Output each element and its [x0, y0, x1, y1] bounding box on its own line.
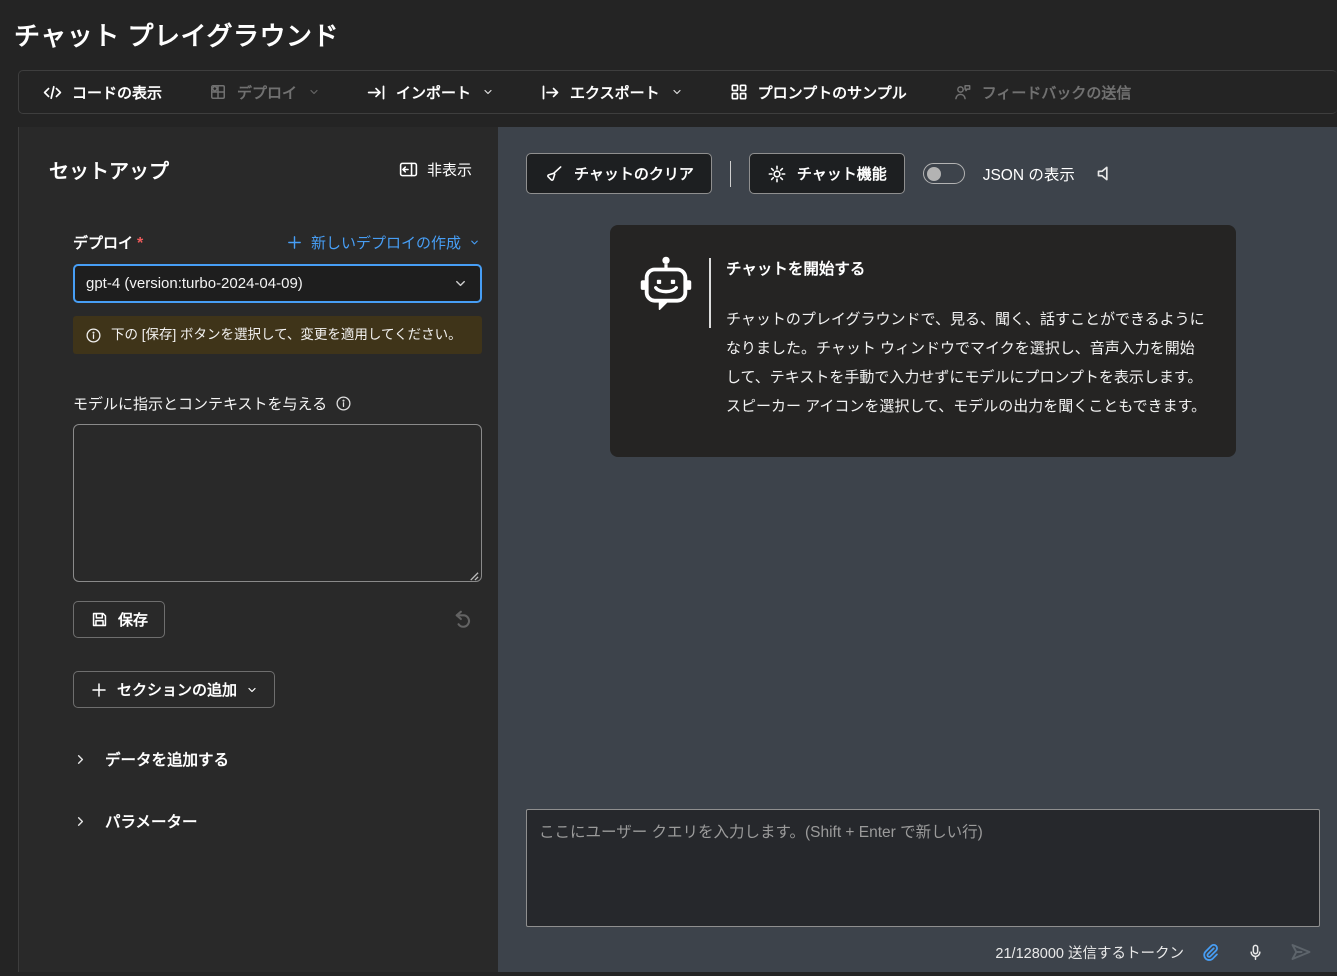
- import-icon: [366, 82, 387, 103]
- send-feedback-button: フィードバックの送信: [941, 71, 1144, 113]
- page-title: チャット プレイグラウンド: [0, 0, 1337, 70]
- mic-icon[interactable]: [1246, 943, 1265, 962]
- prompt-samples-button[interactable]: プロンプトのサンプル: [717, 71, 919, 113]
- chevron-right-icon: [73, 752, 88, 767]
- create-deployment-button[interactable]: 新しいデプロイの作成: [284, 230, 482, 255]
- deployment-select[interactable]: gpt-4 (version:turbo-2024-04-09): [73, 264, 482, 303]
- parameters-section[interactable]: パラメーター: [73, 810, 198, 832]
- save-icon: [90, 610, 109, 629]
- collapse-panel-icon: [398, 159, 419, 180]
- undo-button[interactable]: [451, 607, 476, 632]
- import-button[interactable]: インポート: [354, 71, 506, 113]
- save-button[interactable]: 保存: [73, 601, 165, 638]
- plus-icon: [286, 234, 303, 251]
- welcome-title: チャットを開始する: [726, 257, 1208, 279]
- plus-icon: [90, 681, 108, 699]
- attach-icon[interactable]: [1200, 942, 1220, 962]
- code-icon: [42, 82, 63, 103]
- chat-features-button[interactable]: チャット機能: [749, 153, 905, 194]
- export-button[interactable]: エクスポート: [528, 71, 695, 113]
- info-icon: [85, 325, 102, 344]
- speaker-icon[interactable]: [1095, 163, 1116, 184]
- welcome-body: チャットのプレイグラウンドで、見る、聞く、話すことができるようになりました。チャ…: [726, 305, 1208, 421]
- chevron-down-icon: [469, 237, 480, 248]
- welcome-card: チャットを開始する チャットのプレイグラウンドで、見る、聞く、話すことができるよ…: [610, 225, 1236, 457]
- toggle-knob: [927, 167, 941, 181]
- robot-icon: [638, 255, 694, 421]
- required-asterisk: *: [137, 235, 143, 252]
- divider: [730, 161, 731, 187]
- chevron-down-icon: [482, 86, 494, 98]
- setup-panel: セットアップ 非表示 デプロイ* 新しいデプロイの作成: [18, 127, 498, 972]
- chevron-down-icon: [671, 86, 683, 98]
- add-section-button[interactable]: セクションの追加: [73, 671, 275, 708]
- grid-icon: [729, 82, 749, 102]
- instructions-label: モデルに指示とコンテキストを与える: [73, 393, 327, 414]
- gear-icon: [767, 164, 787, 184]
- divider: [709, 258, 711, 328]
- save-warning-banner: 下の [保存] ボタンを選択して、変更を適用してください。: [73, 316, 482, 354]
- feedback-icon: [953, 82, 973, 102]
- export-icon: [540, 82, 561, 103]
- setup-heading: セットアップ: [49, 155, 169, 184]
- deployment-label: デプロイ: [73, 235, 133, 252]
- instructions-textarea[interactable]: [73, 424, 482, 582]
- info-icon: [335, 395, 352, 412]
- chevron-right-icon: [73, 814, 88, 829]
- toolbar: コードの表示 デプロイ インポート エクスポート プロンプトのサンプル: [18, 70, 1337, 114]
- broom-icon: [544, 164, 564, 184]
- show-json-toggle[interactable]: [923, 163, 965, 184]
- view-code-button[interactable]: コードの表示: [30, 71, 174, 113]
- deploy-icon: [208, 82, 228, 102]
- clear-chat-button[interactable]: チャットのクリア: [526, 153, 712, 194]
- chevron-down-icon: [308, 86, 320, 98]
- chat-panel: チャットのクリア チャット機能 JSON の表示: [498, 127, 1337, 972]
- hide-panel-button[interactable]: 非表示: [394, 155, 476, 184]
- deploy-button: デプロイ: [196, 71, 332, 113]
- chevron-down-icon: [453, 276, 468, 291]
- show-json-label: JSON の表示: [983, 163, 1075, 185]
- token-count: 21/128000 送信するトークン: [995, 942, 1184, 963]
- chevron-down-icon: [246, 684, 258, 696]
- chat-input[interactable]: [526, 809, 1320, 927]
- send-icon: [1289, 940, 1313, 964]
- add-data-section[interactable]: データを追加する: [73, 748, 229, 770]
